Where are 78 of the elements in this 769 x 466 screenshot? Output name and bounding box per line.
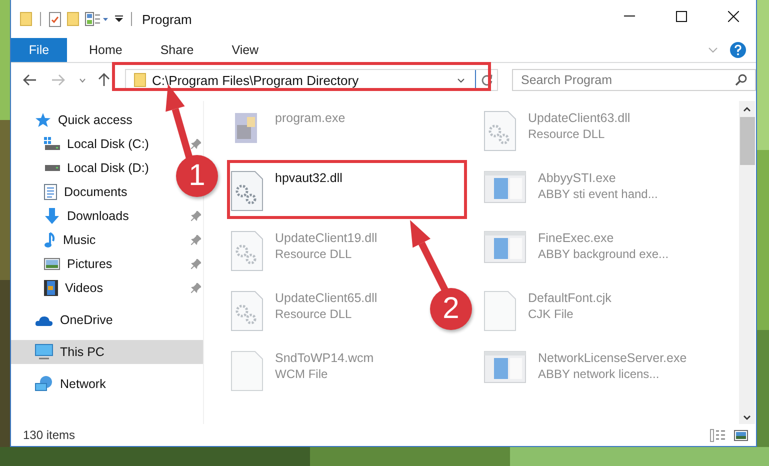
music-note-icon xyxy=(44,232,56,248)
file-tab[interactable]: File xyxy=(11,38,67,62)
ribbon-tab[interactable]: Home xyxy=(73,38,138,62)
drive-icon xyxy=(44,137,60,151)
dropdown-icon[interactable] xyxy=(115,15,123,23)
scroll-down-icon[interactable] xyxy=(743,415,751,420)
recent-locations-icon[interactable] xyxy=(79,78,86,82)
blank-file-icon[interactable] xyxy=(231,351,263,391)
help-icon[interactable] xyxy=(730,42,746,58)
nav-item[interactable]: Network xyxy=(11,372,203,396)
picture-icon xyxy=(44,258,60,270)
file-type: ABBY network licens... xyxy=(538,367,660,381)
address-path: C:\Program Files\Program Directory xyxy=(152,72,359,88)
folder-icon xyxy=(134,73,146,87)
annotation-arrow xyxy=(410,220,448,292)
file-type: ABBY sti event hand... xyxy=(538,187,658,201)
nav-item[interactable]: Music xyxy=(11,228,161,252)
nav-item[interactable]: Documents xyxy=(11,180,161,204)
large-icons-view-icon[interactable] xyxy=(734,430,748,440)
star-icon xyxy=(35,112,51,128)
properties-icon[interactable] xyxy=(49,12,61,26)
up-icon[interactable] xyxy=(98,73,110,87)
minimize-icon xyxy=(624,15,634,17)
nav-item[interactable]: Local Disk (D:) xyxy=(11,156,161,180)
cloud-icon xyxy=(35,314,53,326)
application-window-icon[interactable] xyxy=(484,231,526,263)
item-count: 130 items xyxy=(23,428,76,442)
file-type: Resource DLL xyxy=(275,307,353,321)
gears-file-icon[interactable] xyxy=(231,231,263,271)
computer-icon xyxy=(35,344,53,360)
file-type: CJK File xyxy=(528,307,574,321)
new-folder-icon[interactable] xyxy=(67,12,79,26)
file-type: WCM File xyxy=(275,367,329,381)
gears-file-icon[interactable] xyxy=(484,111,516,151)
application-window-icon[interactable] xyxy=(484,351,526,383)
pin-icon[interactable] xyxy=(191,283,201,293)
view-icon[interactable] xyxy=(85,12,109,26)
file-type: Resource DLL xyxy=(528,127,606,141)
gears-file-icon[interactable] xyxy=(231,291,263,331)
chevron-down-icon[interactable] xyxy=(457,78,465,82)
maximize-icon xyxy=(676,10,686,22)
window-title: Program xyxy=(142,12,192,26)
refresh-icon xyxy=(480,74,492,86)
nav-item[interactable]: Local Disk (C:) xyxy=(11,132,161,156)
scroll-up-icon[interactable] xyxy=(743,107,751,112)
pin-icon[interactable] xyxy=(191,259,201,269)
search-field[interactable]: Search Program xyxy=(512,69,756,91)
nav-item[interactable]: Quick access xyxy=(11,108,203,132)
blank-file-icon[interactable] xyxy=(484,291,516,331)
document-icon xyxy=(44,184,57,200)
scrollbar[interactable] xyxy=(739,101,755,424)
pin-icon[interactable] xyxy=(191,235,201,245)
close-icon xyxy=(728,10,738,22)
application-window-icon[interactable] xyxy=(484,171,526,203)
details-view-icon[interactable] xyxy=(710,428,726,442)
pin-icon[interactable] xyxy=(191,211,201,221)
gears-file-icon[interactable] xyxy=(231,171,263,211)
back-icon[interactable] xyxy=(23,74,37,86)
nav-item[interactable]: This PC xyxy=(11,340,203,364)
film-icon xyxy=(44,280,58,296)
file-name[interactable]: hpvaut32.dll xyxy=(275,171,342,185)
ribbon-tab[interactable]: Share xyxy=(144,38,210,62)
pin-icon[interactable] xyxy=(191,139,201,149)
nav-item[interactable]: OneDrive xyxy=(11,308,203,332)
file-type: Resource DLL xyxy=(275,247,353,261)
file-type: ABBY background exe... xyxy=(538,247,669,261)
ribbon-tab[interactable]: View xyxy=(216,38,275,62)
drive-icon xyxy=(44,165,60,171)
forward-icon[interactable] xyxy=(51,74,65,86)
network-icon xyxy=(35,376,53,392)
nav-item[interactable]: Downloads xyxy=(11,204,161,228)
download-arrow-icon xyxy=(44,208,60,224)
nav-item[interactable]: Pictures xyxy=(11,252,161,276)
folder-icon[interactable] xyxy=(20,12,32,26)
address-bar[interactable]: C:\Program Files\Program Directory xyxy=(125,69,498,91)
nav-item[interactable]: Videos xyxy=(11,276,161,300)
search-icon xyxy=(735,74,747,86)
scrollbar-thumb[interactable] xyxy=(740,117,754,165)
